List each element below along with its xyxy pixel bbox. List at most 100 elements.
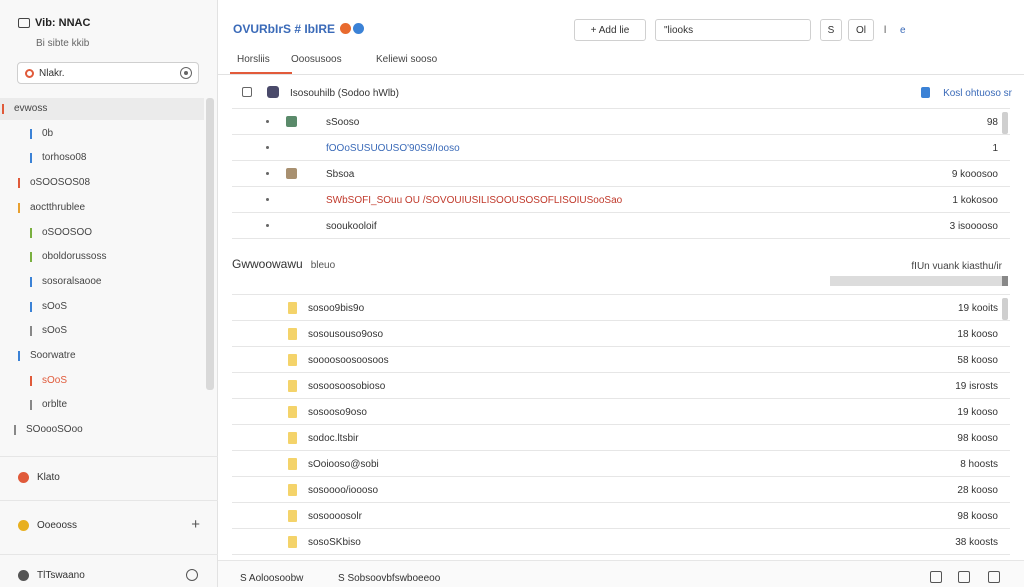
tab-1[interactable]: Ooosusoos [291,54,342,65]
tree-item[interactable]: aoctthrublee [0,197,204,219]
table-row[interactable]: sosoSKbiso 38 koosts [232,529,1010,555]
table-row[interactable]: soooosoosoosoos 58 kooso [232,347,1010,373]
row-name: sosoSKbiso [308,537,361,548]
settings-icon[interactable] [180,67,192,79]
footer-settings-icon[interactable] [988,571,1000,583]
table-row[interactable]: Sbsoa 9 kooosoo [232,161,1010,187]
footer-grid-icon[interactable] [930,571,942,583]
section2-subtitle: bleuo [310,260,336,271]
tree-item-label: sosoralsaooe [42,275,102,287]
tree-item-label: evwoss [14,103,48,114]
folder-icon [288,380,297,392]
main-pane: OVURbIrS # IbIRE + Add lie S Ol l e Hors… [218,0,1024,587]
section1-header: Isosouhilb (Sodoo hWlb) Kosl ohtuoso sr [242,86,1012,102]
tree-item[interactable]: 0b [0,123,204,145]
footer-left[interactable]: S Aoloosoobw [240,573,303,584]
tree-item[interactable]: oboldorussoss [0,246,204,268]
circle-icon[interactable] [186,569,198,581]
row-size: 19 kooits [957,303,998,314]
tree-item[interactable]: sosoralsaooe [0,271,204,293]
section2-scrollbar[interactable] [1002,298,1008,320]
table-row[interactable]: SWbSOFI_SOuu OU /SOVOUIUSILISOOUSOSOFLIS… [232,187,1010,213]
tree-item[interactable]: sOoS [0,370,204,392]
tree-item[interactable]: SOoooSOoo [0,419,204,441]
row-size: 1 [992,143,998,154]
section2-title: Gwwoowawu bleuo [232,257,335,271]
table-row[interactable]: sosooso9oso 19 kooso [232,399,1010,425]
table-row[interactable]: sodoc.ltsbir 98 kooso [232,425,1010,451]
row-size: 28 kooso [957,485,998,496]
table-row[interactable]: sosoooosolr 98 kooso [232,503,1010,529]
footer-mid[interactable]: S Sobsoovbfswboeeoo [338,573,440,584]
section2-title-text: Gwwoowawu [232,257,303,271]
row-size: 8 hoosts [960,459,998,470]
select-all-checkbox[interactable] [242,87,252,97]
tree-item[interactable]: evwoss [0,98,204,120]
row-name: Sbsoa [326,169,355,180]
row-name: sSooso [326,117,360,128]
toolbar-search-input[interactable] [655,19,811,41]
sidebar-section-2[interactable]: TlTswaano [18,566,208,586]
tree-item[interactable]: Soorwatre [0,345,204,367]
folder-icon [288,458,297,470]
folder-icon [288,536,297,548]
toolbar-separator: l [884,25,887,36]
bullet-icon [266,198,269,201]
tree-item[interactable]: oSOOSOS08 [0,172,204,194]
sidebar-section-1[interactable]: Ooeooss + [18,516,208,536]
tree-item[interactable]: orblte [0,394,204,416]
sidebar-divider [0,500,218,501]
section2-action[interactable]: fIUn vuank kiasthu/ir [911,261,1002,272]
toolbar-extra[interactable]: e [900,25,906,36]
tree-item-label: SOoooSOoo [26,424,83,436]
tree-scrollbar[interactable] [206,98,214,390]
folder-icon [288,432,297,444]
table-row[interactable]: sosousouso9oso 18 kooso [232,321,1010,347]
section-dot-icon [18,570,29,581]
section1-action[interactable]: Kosl ohtuoso sr [943,88,1012,99]
file-icon [286,116,297,127]
section1-scrollbar[interactable] [1002,112,1008,134]
table-row[interactable]: sOoiooso@sobi 8 hoosts [232,451,1010,477]
row-size: 3 isooooso [949,221,998,232]
table-row[interactable]: fOOoSUSUOUSO'90S9/Iooso 1 [232,135,1010,161]
tree-item-label: sOoS [42,374,68,386]
tree-item-icon [18,351,26,361]
toolbar-ol-button[interactable]: Ol [848,19,874,41]
tree-item-label: 0b [42,127,54,139]
tree-item-label: sOoS [42,325,68,337]
app-logo-icon [18,18,30,28]
folder-icon [288,510,297,522]
tree-item[interactable]: sOoS [0,296,204,318]
table-row[interactable]: sSooso 98 [232,109,1010,135]
tree-item-label: oSOOSOS08 [30,177,91,189]
table-row[interactable]: sosoosoosobioso 19 isrosts [232,373,1010,399]
row-name: sosousouso9oso [308,329,384,340]
add-icon[interactable]: + [191,516,200,533]
tab-2[interactable]: Keliewi sooso [376,54,437,65]
sidebar-search[interactable] [17,62,199,84]
toolbar-s-button[interactable]: S [820,19,842,41]
footer-bar: S Aoloosoobw S Sobsoovbfswboeeoo [218,560,1024,587]
sidebar-section-0[interactable]: Klato [18,468,208,488]
footer-list-icon[interactable] [958,571,970,583]
tab-0[interactable]: Horsliis [237,54,270,65]
table-row[interactable]: sooukooloif 3 isooooso [232,213,1010,239]
tree-item[interactable]: oSOOSOO [0,222,204,244]
table-row[interactable]: sosoooo/ioooso 28 kooso [232,477,1010,503]
tree-item[interactable]: sOoS [0,320,204,342]
add-file-button[interactable]: + Add lie [574,19,646,41]
section2-table: sosoo9bis9o 19 kooits sosousouso9oso 18 koo… [232,294,1010,555]
tree-item-icon [2,104,10,114]
breadcrumb[interactable]: OVURbIrS # IbIRE [233,22,365,36]
tree-item-label: torhoso08 [42,152,87,164]
folder-icon [288,354,297,366]
tree-item[interactable]: torhoso08 [0,147,204,169]
breadcrumb-text[interactable]: OVURbIrS # IbIRE [233,22,335,36]
tree-item-icon [30,128,38,139]
table-row[interactable]: sosoo9bis9o 19 kooits [232,295,1010,321]
section-dot-icon [18,520,29,531]
sidebar-search-input[interactable] [39,66,169,81]
folder-icon [288,328,297,340]
tree-item-icon [30,276,38,287]
